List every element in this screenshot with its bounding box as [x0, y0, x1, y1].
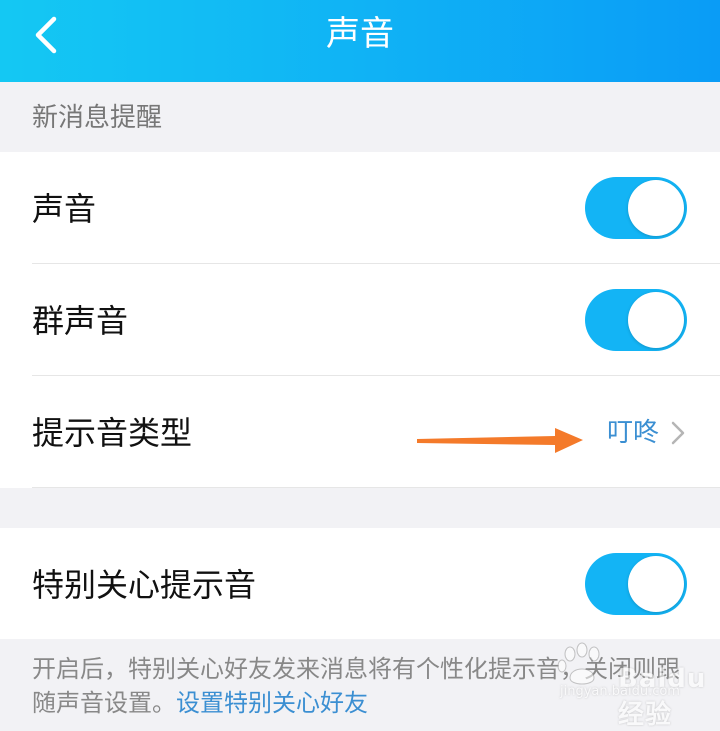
paw-logo-icon: [557, 642, 600, 685]
divider: [32, 487, 720, 488]
chevron-right-icon: [671, 421, 685, 445]
sound-toggle[interactable]: [585, 177, 687, 239]
settings-group-special-care: 特别关心提示音: [0, 528, 720, 639]
orange-arrow-annotation: [417, 428, 583, 453]
watermark: Baidu经验 jingyan.baidu.com: [548, 640, 708, 730]
setting-row-tone-type[interactable]: 提示音类型 叮咚: [0, 376, 720, 488]
page-title: 声音: [326, 14, 394, 54]
section-title-new-message: 新消息提醒: [32, 103, 163, 133]
group-sound-toggle[interactable]: [585, 289, 687, 351]
settings-group-notifications: 声音 群声音 提示音类型 叮咚: [0, 152, 720, 488]
toggle-knob: [628, 556, 684, 612]
watermark-url: jingyan.baidu.com: [560, 684, 680, 699]
tone-type-value: 叮咚: [607, 418, 660, 448]
nav-bar: 声音: [0, 0, 720, 82]
special-care-tone-toggle[interactable]: [585, 553, 687, 615]
set-special-care-friends-link[interactable]: 设置特别关心好友: [176, 689, 368, 717]
setting-row-group-sound[interactable]: 群声音: [0, 264, 720, 376]
setting-label-special-care-tone: 特别关心提示音: [32, 566, 257, 604]
setting-row-sound[interactable]: 声音: [0, 152, 720, 264]
setting-label-sound: 声音: [32, 190, 97, 228]
toggle-knob: [628, 292, 684, 348]
toggle-knob: [628, 180, 684, 236]
setting-label-group-sound: 群声音: [32, 302, 129, 340]
setting-label-tone-type: 提示音类型: [32, 414, 193, 452]
setting-row-special-care-tone[interactable]: 特别关心提示音: [0, 528, 720, 639]
